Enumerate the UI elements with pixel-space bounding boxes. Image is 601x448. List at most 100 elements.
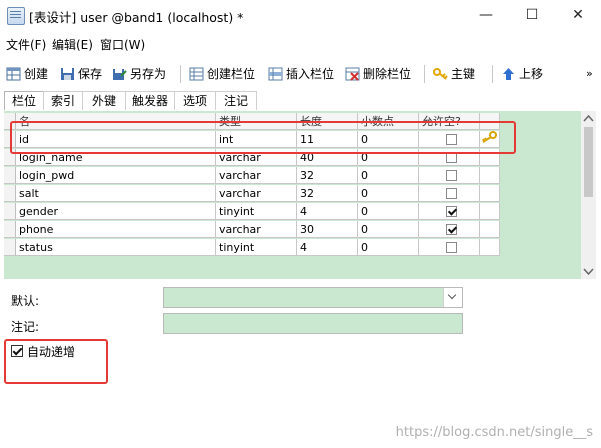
cell-nullable (419, 203, 480, 220)
comment-input[interactable] (163, 313, 463, 334)
insert-field-icon (268, 67, 283, 81)
cell-name[interactable]: phone (16, 221, 216, 238)
toolbar-separator (424, 65, 425, 83)
menu-edit[interactable]: 编辑(E) (52, 36, 93, 53)
toolbar: 创建 保存 另存为 创建栏位 插入栏位 删除栏位 主键 上移 » (0, 60, 601, 88)
create-field-button[interactable]: 创建栏位 (189, 64, 255, 84)
nullable-checkbox[interactable] (446, 224, 457, 235)
row-selector[interactable] (4, 239, 16, 256)
window-title: [表设计] user @band1 (localhost) * (29, 10, 244, 25)
toolbar-separator (492, 65, 493, 83)
default-label: 默认: (11, 294, 40, 308)
save-as-button[interactable]: 另存为 (112, 64, 166, 84)
cell-decimals[interactable]: 0 (358, 221, 419, 238)
cell-length[interactable]: 4 (297, 239, 358, 256)
cell-decimals[interactable]: 0 (358, 203, 419, 220)
scroll-down-icon[interactable] (581, 265, 596, 277)
nullable-checkbox[interactable] (446, 242, 457, 253)
scroll-thumb[interactable] (584, 127, 593, 197)
cell-key (480, 185, 500, 202)
watermark: https://blog.csdn.net/single__s (395, 425, 593, 440)
table-row[interactable]: login_pwd varchar 32 0 (4, 167, 504, 185)
save-as-label: 另存为 (130, 67, 167, 81)
chevron-down-icon[interactable] (443, 288, 462, 307)
save-button[interactable]: 保存 (60, 64, 102, 84)
nullable-checkbox[interactable] (446, 188, 457, 199)
menu-window[interactable]: 窗口(W) (100, 36, 145, 53)
cell-decimals[interactable]: 0 (358, 167, 419, 184)
save-icon (61, 68, 74, 80)
default-dropdown[interactable] (163, 287, 463, 308)
cell-key (480, 203, 500, 220)
primary-key-button[interactable]: 主键 (433, 64, 475, 84)
cell-name[interactable]: login_pwd (16, 167, 216, 184)
tab-bar: 栏位 索引 外键 触发器 选项 注记 (0, 91, 601, 111)
tab-comments[interactable]: 注记 (215, 91, 257, 110)
nullable-checkbox[interactable] (446, 206, 457, 217)
create-button[interactable]: 创建 (6, 64, 48, 84)
delete-field-button[interactable]: 删除栏位 (345, 64, 411, 84)
grid-scrollbar[interactable] (581, 111, 596, 279)
row-selector[interactable] (4, 221, 16, 238)
create-field-label: 创建栏位 (207, 67, 256, 81)
close-button[interactable]: ✕ (555, 0, 601, 30)
cell-nullable (419, 239, 480, 256)
key-icon (433, 68, 448, 80)
table-row[interactable]: status tinyint 4 0 (4, 239, 504, 257)
scroll-up-icon[interactable] (581, 113, 596, 125)
delete-field-icon (345, 67, 360, 81)
tab-options[interactable]: 选项 (174, 91, 216, 110)
table-row[interactable]: gender tinyint 4 0 (4, 203, 504, 221)
cell-key (480, 167, 500, 184)
tab-triggers[interactable]: 触发器 (125, 91, 175, 110)
tab-indexes[interactable]: 索引 (43, 91, 83, 110)
table-row[interactable]: phone varchar 30 0 (4, 221, 504, 239)
move-up-button[interactable]: 上移 (501, 64, 543, 84)
cell-length[interactable]: 4 (297, 203, 358, 220)
menu-file[interactable]: 文件(F) (6, 36, 46, 53)
cell-type[interactable]: tinyint (216, 203, 297, 220)
create-field-icon (189, 67, 204, 81)
cell-type[interactable]: varchar (216, 185, 297, 202)
row-selector[interactable] (4, 203, 16, 220)
id-row-highlight (10, 121, 516, 154)
cell-type[interactable]: varchar (216, 221, 297, 238)
cell-type[interactable]: tinyint (216, 239, 297, 256)
save-as-icon (113, 69, 127, 80)
primary-key-label: 主键 (451, 67, 476, 81)
tab-foreign-keys[interactable]: 外键 (82, 91, 126, 110)
insert-field-label: 插入栏位 (286, 67, 335, 81)
row-selector[interactable] (4, 185, 16, 202)
title-bar: [表设计] user @band1 (localhost) * — ☐ ✕ (0, 0, 601, 30)
toolbar-separator (180, 65, 181, 83)
cell-nullable (419, 185, 480, 202)
cell-decimals[interactable]: 0 (358, 239, 419, 256)
move-up-label: 上移 (519, 67, 544, 81)
comment-label: 注记: (11, 320, 40, 334)
cell-name[interactable]: status (16, 239, 216, 256)
arrow-up-icon (503, 68, 514, 80)
maximize-button[interactable]: ☐ (509, 0, 555, 30)
cell-type[interactable]: varchar (216, 167, 297, 184)
nullable-checkbox[interactable] (446, 170, 457, 181)
save-label: 保存 (78, 67, 103, 81)
toolbar-overflow-button[interactable]: » (586, 64, 593, 84)
auto-increment-highlight (4, 339, 108, 384)
cell-length[interactable]: 32 (297, 185, 358, 202)
cell-nullable (419, 221, 480, 238)
insert-field-button[interactable]: 插入栏位 (268, 64, 334, 84)
cell-length[interactable]: 32 (297, 167, 358, 184)
cell-name[interactable]: gender (16, 203, 216, 220)
cell-length[interactable]: 30 (297, 221, 358, 238)
cell-key (480, 221, 500, 238)
table-row[interactable]: salt varchar 32 0 (4, 185, 504, 203)
delete-field-label: 删除栏位 (363, 67, 412, 81)
minimize-button[interactable]: — (463, 0, 509, 30)
cell-nullable (419, 167, 480, 184)
cell-name[interactable]: salt (16, 185, 216, 202)
row-selector[interactable] (4, 167, 16, 184)
tab-fields[interactable]: 栏位 (4, 91, 44, 110)
cell-decimals[interactable]: 0 (358, 185, 419, 202)
create-label: 创建 (24, 67, 49, 81)
new-table-icon (6, 67, 21, 81)
